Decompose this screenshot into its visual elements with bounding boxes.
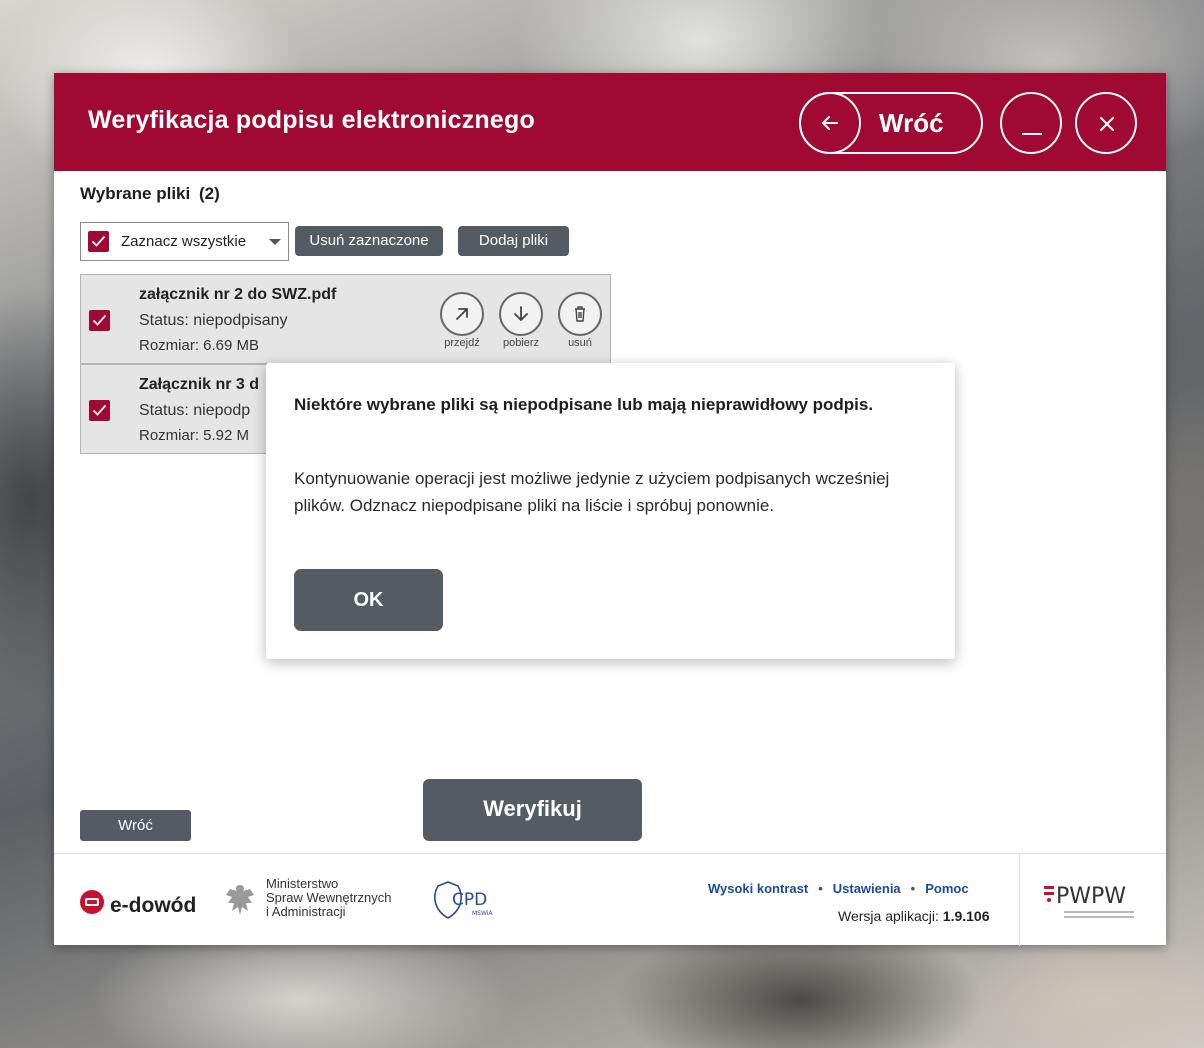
open-file-label: przejdź (444, 337, 480, 349)
ministry-line-3: i Administracji (266, 904, 346, 919)
page-title: Weryfikacja podpisu elektronicznego (88, 106, 535, 134)
chevron-down-icon[interactable] (269, 239, 281, 245)
file-size: Rozmiar: 5.92 M (139, 427, 250, 444)
dialog-title: Niektóre wybrane pliki są niepodpisane l… (294, 395, 874, 414)
delete-file-button[interactable] (558, 292, 602, 336)
open-file-button[interactable] (440, 292, 484, 336)
separator-dot: • (818, 881, 823, 896)
close-icon (1100, 117, 1114, 131)
file-size: Rozmiar: 6.69 MB (139, 337, 260, 354)
svg-text:MSWiA: MSWiA (472, 910, 493, 917)
minimize-button[interactable] (1000, 92, 1062, 154)
select-all-checkbox[interactable] (88, 231, 109, 252)
svg-text:CPD: CPD (452, 890, 487, 910)
download-file-button[interactable] (499, 292, 543, 336)
help-link[interactable]: Pomoc (925, 881, 968, 896)
cpd-mswia-logo-icon: CPD MSWiA (434, 881, 493, 919)
edowod-logo-icon (80, 890, 104, 914)
file-name: Załącznik nr 3 d (139, 376, 260, 393)
arrow-left-icon (799, 92, 861, 154)
trash-icon (575, 306, 585, 322)
version-value: 1.9.106 (942, 908, 990, 924)
close-button[interactable] (1075, 92, 1137, 154)
minimize-icon (1022, 133, 1042, 135)
header-back-label: Wróć (879, 108, 944, 138)
ministry-line-1: Ministerstwo (266, 876, 339, 891)
checkmark-icon (91, 235, 106, 247)
app-header: Weryfikacja podpisu elektronicznego Wróć (54, 73, 1166, 171)
pwpw-logo-icon: PWPW (1044, 884, 1134, 918)
delete-file-label: usuń (568, 337, 592, 349)
file-checkbox[interactable] (89, 310, 110, 331)
ministry-line-2: Spraw Wewnętrznych (266, 890, 392, 905)
files-section-title: Wybrane pliki (2) (80, 184, 220, 204)
select-all-dropdown[interactable]: Zaznacz wszystkie (80, 222, 289, 261)
remove-selected-button[interactable]: Usuń zaznaczone (295, 226, 443, 256)
arrow-up-right-icon (456, 308, 468, 320)
file-checkbox[interactable] (89, 400, 110, 421)
dialog-message: Kontynuowanie operacji jest możliwe jedy… (294, 469, 890, 515)
separator-dot: • (910, 881, 916, 896)
footer: e-dowód Ministerstwo Spraw Wewnętrznych … (54, 853, 1166, 946)
back-button[interactable]: Wróć (80, 810, 191, 841)
files-count: (2) (198, 184, 220, 203)
edowod-logo-text: e-dowód (110, 894, 197, 917)
warning-dialog: Niektóre wybrane pliki są niepodpisane l… (266, 363, 955, 659)
select-all-label: Zaznacz wszystkie (121, 233, 247, 250)
ok-button[interactable]: OK (294, 569, 443, 631)
files-section-label: Wybrane pliki (80, 184, 191, 203)
settings-link[interactable]: Ustawienia (833, 881, 901, 896)
add-files-button[interactable]: Dodaj pliki (458, 226, 569, 256)
file-status: Status: niepodp (139, 402, 251, 419)
high-contrast-link[interactable]: Wysoki kontrast (708, 881, 808, 896)
verify-button[interactable]: Weryfikuj (423, 779, 642, 841)
version-label: Wersja aplikacji: (838, 908, 939, 924)
ministry-name: Ministerstwo Spraw Wewnętrznych i Admini… (266, 877, 391, 919)
checkmark-icon (92, 404, 107, 416)
svg-text:PWPW: PWPW (1056, 884, 1126, 909)
checkmark-icon (92, 314, 107, 326)
download-file-label: pobierz (502, 337, 540, 349)
eagle-emblem-icon (226, 885, 254, 915)
footer-divider (1019, 854, 1020, 946)
file-row: załącznik nr 2 do SWZ.pdf Status: niepod… (80, 274, 611, 364)
file-status: Status: niepodpisany (139, 312, 288, 329)
footer-links: Wysoki kontrast • Ustawienia • Pomoc (708, 881, 969, 896)
arrow-down-icon (514, 306, 528, 321)
header-back-button[interactable]: Wróć (799, 92, 983, 154)
app-version: Wersja aplikacji: 1.9.106 (838, 908, 990, 924)
file-name: załącznik nr 2 do SWZ.pdf (139, 286, 337, 303)
